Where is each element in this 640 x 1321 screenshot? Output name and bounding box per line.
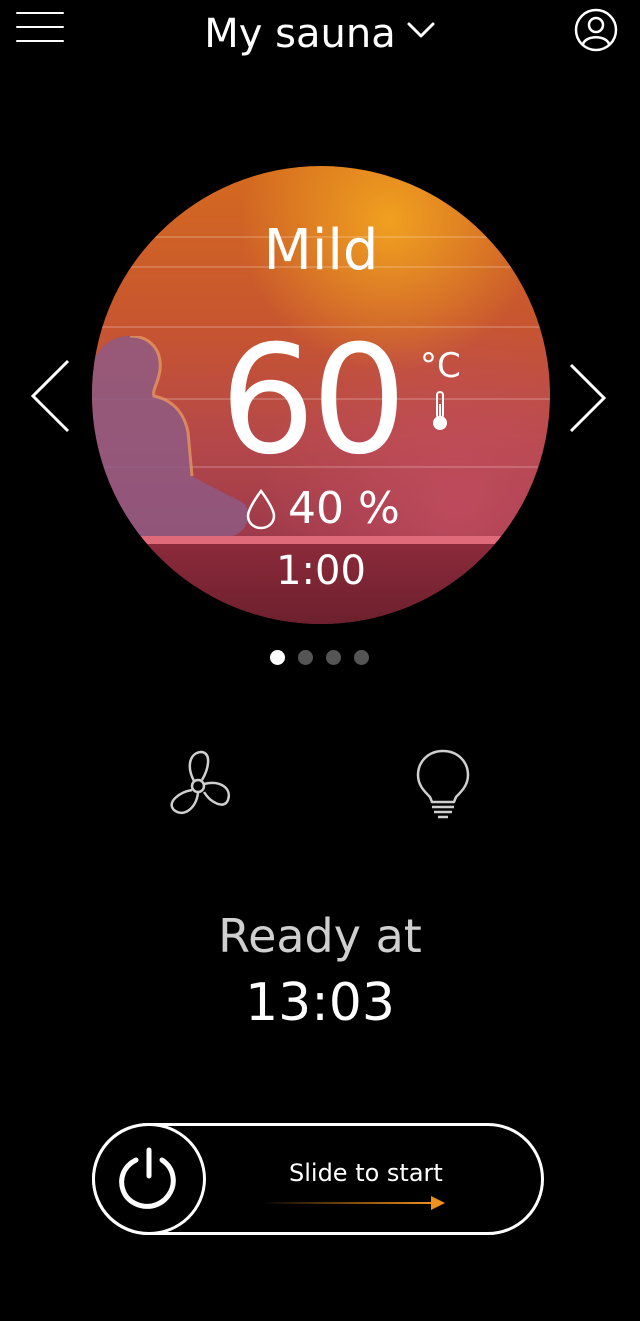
session-duration: 1:00: [276, 548, 366, 594]
power-icon: [119, 1147, 176, 1209]
temperature-value: 60: [220, 314, 407, 488]
slide-to-start-label: Slide to start: [289, 1159, 443, 1187]
fan-icon[interactable]: [160, 748, 236, 824]
water-drop-icon: [246, 488, 276, 530]
ready-time: 13:03: [245, 973, 395, 1033]
preset-mode-label: Mild: [263, 218, 379, 283]
page-title: My sauna: [204, 11, 396, 57]
slide-arrow-icon: [261, 1196, 445, 1210]
thermometer-icon: [433, 391, 447, 430]
user-profile-icon[interactable]: [574, 8, 618, 52]
previous-preset-arrow-icon[interactable]: [28, 358, 72, 434]
page-dot-2[interactable]: [298, 650, 313, 665]
preset-page-indicator: [270, 650, 369, 665]
next-preset-arrow-icon[interactable]: [568, 362, 608, 434]
sauna-selector[interactable]: My sauna: [0, 8, 640, 60]
ready-label: Ready at: [218, 909, 422, 963]
page-dot-1[interactable]: [270, 650, 285, 665]
light-bulb-icon[interactable]: [414, 748, 472, 822]
temperature-unit: °C: [420, 346, 461, 386]
page-dot-3[interactable]: [326, 650, 341, 665]
humidity-display: 40 %: [244, 482, 400, 536]
chevron-down-icon: [407, 22, 435, 38]
page-dot-4[interactable]: [354, 650, 369, 665]
power-slider-handle[interactable]: [92, 1123, 206, 1235]
slide-to-start-track[interactable]: Slide to start: [92, 1123, 544, 1235]
sauna-preset-card[interactable]: Mild 60 °C 40 % 1:00: [92, 166, 550, 624]
humidity-value: 40 %: [288, 483, 400, 534]
